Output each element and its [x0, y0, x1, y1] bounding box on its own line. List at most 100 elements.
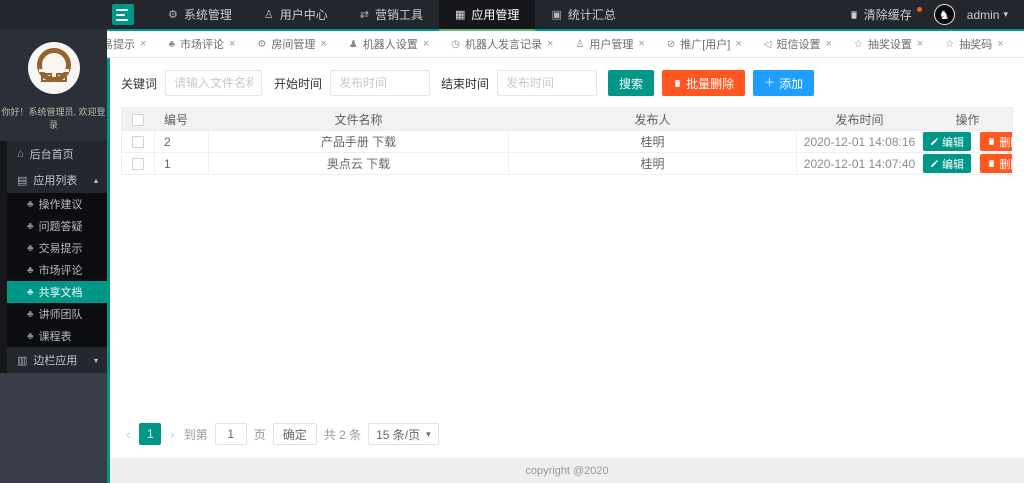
- top-menu-app-mgmt[interactable]: ▦ 应用管理: [439, 0, 536, 31]
- tab-bar: 易提示 × ♣ 市场评论 × ⚙ 房间管理 × ♟ 机器人设置 × ◷ 机器人发…: [107, 31, 1024, 58]
- sidebar-item-backstage-home[interactable]: ⌂ 后台首页: [7, 141, 107, 167]
- sidebar-group-app-list[interactable]: ▤ 应用列表 ▴: [7, 167, 107, 193]
- col-header-actions: 操作: [922, 107, 1013, 131]
- sidebar-item-course-table[interactable]: ♣ 课程表: [7, 325, 107, 347]
- goto-confirm-button[interactable]: 确定: [272, 423, 317, 445]
- tab-sms-settings[interactable]: ◁ 短信设置 ×: [753, 31, 843, 57]
- tab-robot-speech-log[interactable]: ◷ 机器人发言记录 ×: [440, 31, 564, 57]
- sidebar-group-sidebar-apps[interactable]: ▥ 边栏应用 ▾: [7, 347, 107, 373]
- edit-button[interactable]: 编辑: [923, 154, 971, 173]
- plus-icon: ＋: [764, 76, 776, 89]
- col-header-time: 发布时间: [796, 107, 923, 131]
- leaf-icon: ♣: [27, 264, 34, 276]
- top-menu: ⚙ 系统管理 ♙ 用户中心 ⇄ 营销工具 ▦ 应用管理 ▣ 统计汇总: [152, 0, 632, 31]
- sidebar-item-question-answer[interactable]: ♣ 问题答疑: [7, 215, 107, 237]
- delete-button[interactable]: 删除: [980, 132, 1012, 151]
- tab-user-mgmt[interactable]: ♙ 用户管理 ×: [564, 31, 655, 57]
- greeting-text: 你好！系统管理员, 欢迎登录: [1, 107, 106, 130]
- close-icon[interactable]: ×: [735, 38, 741, 50]
- tab-tip[interactable]: 易提示 ×: [107, 31, 157, 57]
- close-icon[interactable]: ×: [547, 38, 553, 50]
- close-icon[interactable]: ×: [917, 38, 923, 50]
- app-list-submenu: ♣ 操作建议 ♣ 问题答疑 ♣ 交易提示 ♣ 市场评论 ♣ 共享文档 ♣ 讲师团…: [7, 193, 107, 347]
- sidebar-item-lecturer-team[interactable]: ♣ 讲师团队: [7, 303, 107, 325]
- close-icon[interactable]: ×: [423, 38, 429, 50]
- notification-dot: [916, 7, 922, 12]
- close-icon[interactable]: ×: [229, 38, 235, 50]
- user-icon: ♙: [575, 38, 585, 50]
- top-menu-system-mgmt[interactable]: ⚙ 系统管理: [152, 0, 248, 29]
- top-menu-marketing-tools[interactable]: ⇄ 营销工具: [344, 0, 439, 29]
- delete-button[interactable]: 删除: [980, 154, 1012, 173]
- sidebar-item-shared-docs[interactable]: ♣ 共享文档: [7, 281, 107, 303]
- collapse-arrow-icon: ▴: [93, 175, 98, 185]
- table-header-row: 编号 文件名称 发布人 发布时间 操作: [121, 107, 1013, 131]
- add-button[interactable]: ＋ 添加: [753, 70, 815, 96]
- promo-icon: ⊘: [666, 38, 676, 50]
- leaf-icon: ♣: [168, 38, 175, 50]
- clock-icon: ◷: [451, 38, 460, 50]
- tab-course-table[interactable]: ♣ 课程表 ×: [1015, 31, 1024, 57]
- col-header-filename: 文件名称: [208, 107, 509, 131]
- top-navbar: ⚙ 系统管理 ♙ 用户中心 ⇄ 营销工具 ▦ 应用管理 ▣ 统计汇总 清除缓存 …: [0, 0, 1024, 31]
- sidebar: 你好！系统管理员, 欢迎登录 ⌂ 后台首页 ▤ 应用列表 ▴ ♣ 操作建议 ♣ …: [0, 29, 107, 483]
- goto-suffix-label: 页: [253, 427, 266, 442]
- cell-id: 1: [154, 152, 209, 175]
- row-checkbox[interactable]: [132, 136, 144, 149]
- tab-lottery-code[interactable]: ☆ 抽奖码 ×: [934, 31, 1014, 57]
- close-icon[interactable]: ×: [140, 38, 146, 50]
- cell-time: 2020-12-01 14:07:40: [796, 152, 923, 175]
- cell-filename: 奥点云 下载: [208, 152, 509, 175]
- top-menu-user-center[interactable]: ♙ 用户中心: [248, 0, 344, 29]
- col-header-publisher: 发布人: [508, 107, 797, 131]
- leaf-icon: ♣: [27, 242, 34, 254]
- search-button[interactable]: 搜索: [608, 70, 655, 96]
- col-header-id: 编号: [154, 107, 209, 131]
- close-icon[interactable]: ×: [997, 38, 1003, 50]
- goto-prefix-label: 到第: [183, 427, 208, 442]
- start-time-input[interactable]: [330, 70, 431, 96]
- tab-promo-user[interactable]: ⊘ 推广[用户] ×: [656, 31, 753, 57]
- user-icon: ♙: [263, 9, 274, 21]
- goto-page-input[interactable]: [214, 423, 247, 445]
- edit-button[interactable]: 编辑: [923, 132, 971, 151]
- close-icon[interactable]: ×: [638, 38, 644, 50]
- avatar[interactable]: ♞: [933, 4, 955, 25]
- user-dropdown[interactable]: admin ▾: [967, 8, 1008, 22]
- clear-cache-button[interactable]: 清除缓存: [849, 6, 922, 23]
- pagination: ‹ 1 › 到第 页 确定 共 2 条 15 条/页 ▾: [117, 423, 1017, 458]
- documents-table: 编号 文件名称 发布人 发布时间 操作 2 产品手册 下载 桂明 2020-12…: [121, 107, 1013, 175]
- close-icon[interactable]: ×: [825, 38, 831, 50]
- sidebar-item-market-comment[interactable]: ♣ 市场评论: [7, 259, 107, 281]
- leaf-icon: ♣: [27, 220, 34, 232]
- tab-room-mgmt[interactable]: ⚙ 房间管理 ×: [246, 31, 337, 57]
- tab-market-comment[interactable]: ♣ 市场评论 ×: [157, 31, 246, 57]
- next-page-button[interactable]: ›: [168, 427, 176, 442]
- expand-arrow-icon: ▾: [93, 355, 98, 365]
- tab-robot-settings[interactable]: ♟ 机器人设置 ×: [338, 31, 440, 57]
- filter-bar: 关键词 开始时间 结束时间 搜索 批量删除 ＋ 添加: [121, 70, 1013, 96]
- sidebar-item-operation-advice[interactable]: ♣ 操作建议: [7, 193, 107, 215]
- sidebar-item-trade-tips[interactable]: ♣ 交易提示: [7, 237, 107, 259]
- top-menu-stats-summary[interactable]: ▣ 统计汇总: [535, 0, 631, 29]
- content-panel: 关键词 开始时间 结束时间 搜索 批量删除 ＋ 添加: [107, 58, 1024, 483]
- batch-delete-button[interactable]: 批量删除: [662, 70, 746, 96]
- robot-icon: ♟: [348, 38, 358, 50]
- main-area: 易提示 × ♣ 市场评论 × ⚙ 房间管理 × ♟ 机器人设置 × ◷ 机器人发…: [107, 29, 1024, 483]
- close-icon[interactable]: ×: [320, 38, 326, 50]
- tab-lottery-settings[interactable]: ☆ 抽奖设置 ×: [843, 31, 934, 57]
- end-time-input[interactable]: [497, 70, 598, 96]
- current-page-button[interactable]: 1: [139, 423, 162, 445]
- menu-toggle-button[interactable]: [112, 4, 134, 25]
- select-all-checkbox[interactable]: [132, 113, 144, 126]
- trash-icon: [674, 79, 681, 87]
- row-checkbox[interactable]: [132, 158, 144, 171]
- trash-icon: [850, 10, 857, 19]
- page-size-select[interactable]: 15 条/页 ▾: [368, 423, 439, 445]
- prev-page-button[interactable]: ‹: [124, 427, 132, 442]
- chevron-down-icon: ▾: [1003, 9, 1008, 19]
- keyword-input[interactable]: [165, 70, 263, 96]
- site-logo: [27, 42, 80, 94]
- send-icon: ◁: [763, 38, 772, 50]
- sidebar-menu: ⌂ 后台首页 ▤ 应用列表 ▴ ♣ 操作建议 ♣ 问题答疑 ♣ 交易提示 ♣ 市…: [0, 141, 107, 373]
